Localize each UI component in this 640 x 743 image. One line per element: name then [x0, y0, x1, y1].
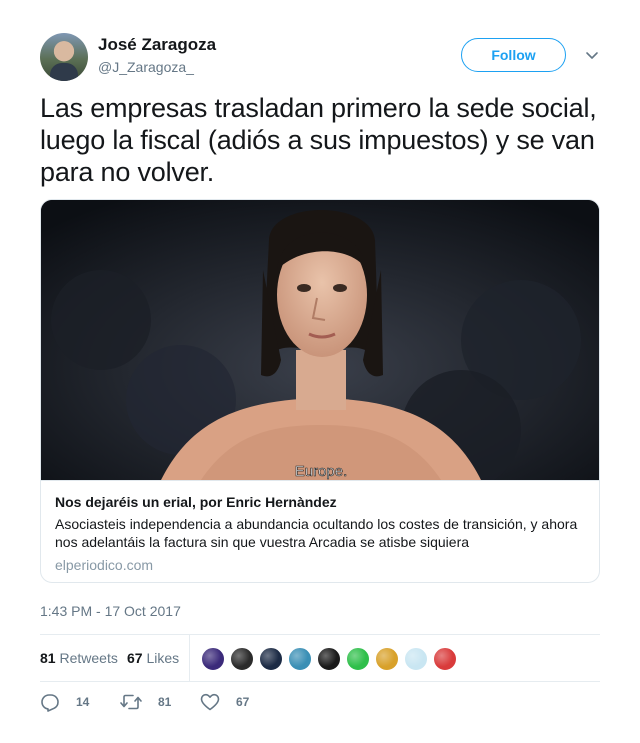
- author-handle[interactable]: @J_Zaragoza_: [98, 59, 194, 75]
- author-name[interactable]: José Zaragoza: [98, 35, 216, 55]
- link-card[interactable]: Europe. Nos dejaréis un erial, por Enric…: [40, 199, 600, 583]
- retweets-count: 81: [40, 650, 56, 666]
- likes-count: 67: [127, 650, 143, 666]
- tweet-text: Las empresas trasladan primero la sede s…: [40, 93, 597, 187]
- liker-avatar[interactable]: [259, 647, 283, 671]
- retweet-count: 81: [158, 695, 172, 709]
- reply-button[interactable]: 14: [40, 692, 89, 712]
- card-domain: elperiodico.com: [55, 557, 154, 573]
- liker-avatar[interactable]: [201, 647, 225, 671]
- liker-avatar[interactable]: [230, 647, 254, 671]
- retweet-icon: [120, 694, 142, 710]
- reply-count: 14: [76, 695, 90, 709]
- liker-avatar[interactable]: [317, 647, 341, 671]
- card-image-caption: Europe.: [295, 463, 348, 480]
- reply-icon: [41, 694, 59, 712]
- likes-label: Likes: [146, 650, 180, 666]
- card-image: Europe.: [41, 200, 599, 480]
- follow-button[interactable]: Follow: [461, 38, 566, 72]
- liker-avatar[interactable]: [375, 647, 399, 671]
- liker-avatar[interactable]: [404, 647, 428, 671]
- liker-avatar[interactable]: [346, 647, 370, 671]
- chevron-down-icon[interactable]: [584, 47, 600, 63]
- tweet-actions: 14 81 67: [40, 690, 600, 718]
- card-title[interactable]: Nos dejaréis un erial, por Enric Hernànd…: [55, 492, 585, 512]
- tweet-timestamp[interactable]: 1:43 PM - 17 Oct 2017: [40, 603, 181, 619]
- tweet-header: José Zaragoza @J_Zaragoza_ Follow: [40, 33, 600, 81]
- liker-avatar[interactable]: [433, 647, 457, 671]
- liker-avatar[interactable]: [288, 647, 312, 671]
- like-count: 67: [236, 695, 250, 709]
- card-description: Asociasteis independencia a abundancia o…: [55, 516, 578, 550]
- stats-divider: [189, 635, 190, 681]
- retweets-stat[interactable]: 81 Retweets: [40, 650, 118, 666]
- tweet-stats: 81 Retweets 67 Likes: [40, 634, 600, 682]
- likes-stat[interactable]: 67 Likes: [127, 650, 179, 666]
- retweets-label: Retweets: [59, 650, 118, 666]
- card-body: Nos dejaréis un erial, por Enric Hernànd…: [41, 480, 599, 574]
- heart-icon: [200, 693, 220, 711]
- author-avatar[interactable]: [40, 33, 88, 81]
- like-button[interactable]: 67: [200, 692, 249, 712]
- retweet-button[interactable]: 81: [120, 692, 171, 712]
